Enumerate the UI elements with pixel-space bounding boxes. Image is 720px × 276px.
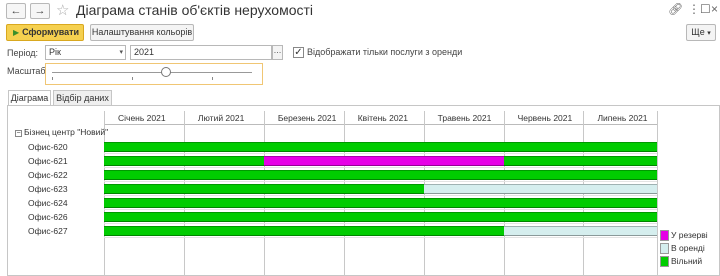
row-label[interactable]: Офис-621 [28,155,68,167]
scale-thumb[interactable] [161,67,171,77]
period-type-select[interactable]: Рік ▾ [45,45,126,60]
generate-button[interactable]: ▶ Сформувати [6,24,84,41]
tab-data-filter[interactable]: Відбір даних [53,90,112,105]
scale-tick [132,77,133,80]
chevron-down-icon: ▾ [707,30,711,37]
group-label[interactable]: − Бізнец центр "Новий" [15,126,108,138]
month-label: Квітень 2021 [357,113,409,123]
scale-track [52,72,252,73]
bar-rented[interactable] [503,226,657,236]
legend-swatch [660,256,669,267]
rent-only-label: Відображати тільки послуги з оренди [307,47,463,57]
bar-free[interactable] [104,198,657,208]
forward-button[interactable]: → [30,3,50,19]
row-separator [104,195,657,196]
legend-label: Вільний [671,256,703,266]
scale-label: Масштаб: [7,66,49,76]
row-separator [104,223,657,224]
more-vertical-icon[interactable]: ⋮ [688,2,700,16]
play-icon: ▶ [13,28,20,37]
month-label: Червень 2021 [517,113,573,123]
row-label[interactable]: Офис-622 [28,169,68,181]
collapse-icon[interactable]: − [15,130,22,137]
row-label[interactable]: Офис-627 [28,225,68,237]
more-button[interactable]: Ще ▾ [686,24,716,41]
row-label[interactable]: Офис-623 [28,183,68,195]
arrow-left-icon: ← [10,5,22,17]
bar-reserved[interactable] [263,156,504,166]
bar-free[interactable] [503,156,657,166]
row-separator [104,209,657,210]
scale-tick [52,77,53,80]
favorite-star-icon[interactable]: ☆ [56,1,69,19]
legend-label: В оренді [671,243,705,253]
row-separator [104,237,657,238]
scale-slider[interactable] [45,63,263,85]
bar-free[interactable] [104,184,424,194]
window-title: Діаграма станів об'єктів нерухомості [76,2,314,18]
period-select-button[interactable]: … [272,45,283,60]
legend-label: У резерві [671,230,708,240]
bar-rented[interactable] [423,184,657,194]
bar-free[interactable] [104,156,264,166]
link-icon[interactable]: 🔗︎ [668,2,683,16]
row-label[interactable]: Офис-624 [28,197,68,209]
row-separator [104,153,657,154]
month-label: Лютий 2021 [197,113,245,123]
legend-swatch [660,243,669,254]
legend-swatch [660,230,669,241]
month-label: Березень 2021 [277,113,337,123]
month-header: Січень 2021 Лютий 2021 Березень 2021 Квітен… [104,111,657,125]
bar-free[interactable] [104,212,657,222]
month-label: Липень 2021 [597,113,648,123]
period-label: Період: [7,48,39,58]
row-label[interactable]: Офис-626 [28,211,68,223]
tab-diagram[interactable]: Діаграма [8,90,51,106]
bar-free[interactable] [104,226,504,236]
row-separator [104,167,657,168]
row-separator [104,181,657,182]
back-button[interactable]: ← [6,3,26,19]
bar-free[interactable] [104,170,657,180]
month-label: Травень 2021 [437,113,492,123]
scale-tick [212,77,213,80]
row-label[interactable]: Офис-620 [28,141,68,153]
rent-only-checkbox[interactable]: ✓ [293,47,304,58]
chevron-down-icon: ▾ [119,49,123,56]
period-value-field[interactable]: 2021 [130,45,272,60]
bar-free[interactable] [104,142,657,152]
color-settings-button[interactable]: Налаштування кольорів [90,24,194,41]
arrow-right-icon: → [34,5,46,17]
month-label: Січень 2021 [118,113,166,123]
close-icon[interactable]: × [711,2,718,16]
maximize-icon[interactable]: ☐ [700,2,711,16]
chart-right-border [657,111,658,276]
